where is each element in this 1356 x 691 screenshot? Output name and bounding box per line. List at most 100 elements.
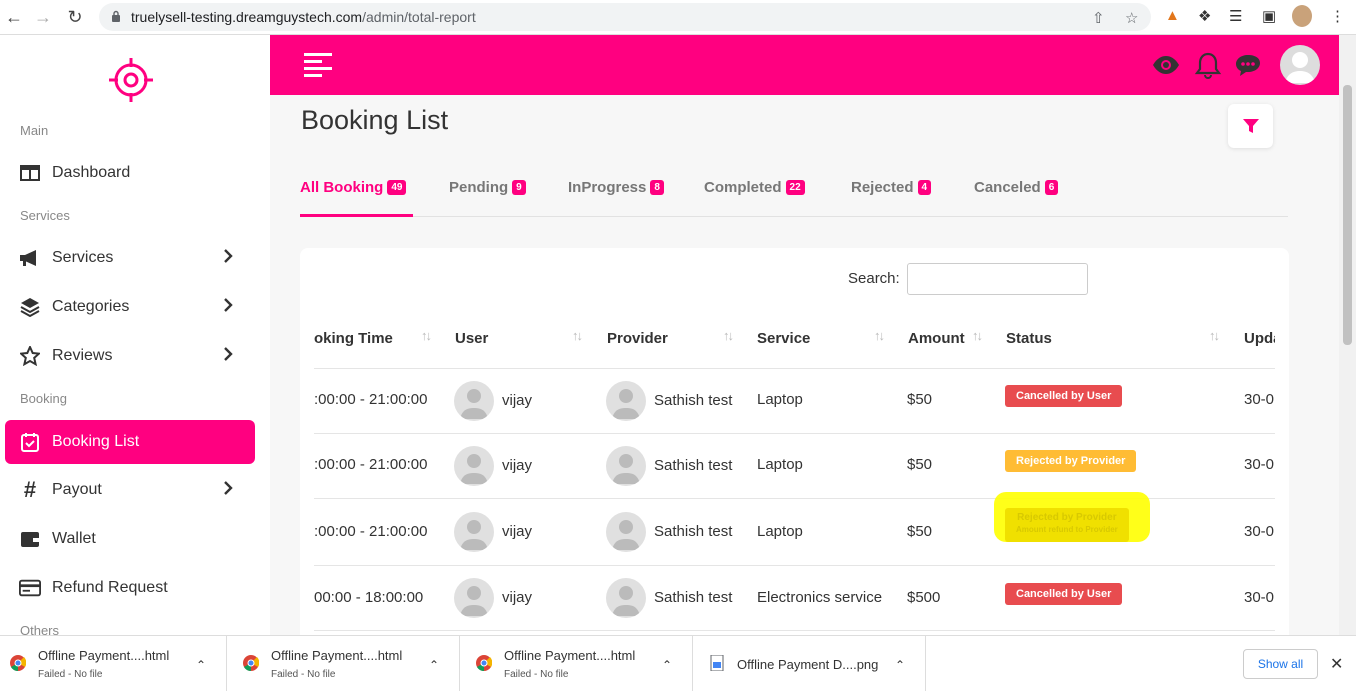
downloads-bar: Offline Payment....html Failed - No file…: [0, 635, 1356, 691]
sidebar-item-booking-list[interactable]: Booking List: [5, 420, 255, 464]
download-item[interactable]: Offline Payment....html Failed - No file…: [233, 636, 460, 691]
cell-booking-time: :00:00 - 21:00:00: [314, 391, 428, 408]
sidebar-item-services[interactable]: Services: [5, 236, 255, 280]
provider-avatar: [606, 512, 646, 552]
tab-rejected[interactable]: Rejected 4: [851, 179, 932, 196]
cell-user-name[interactable]: vijay: [502, 392, 532, 409]
sort-icon[interactable]: ↑↓: [874, 328, 885, 343]
tab-all-booking[interactable]: All Booking 49: [300, 179, 407, 196]
side-panel-icon[interactable]: ▣: [1262, 7, 1276, 25]
cell-provider-name[interactable]: Sathish test: [654, 523, 732, 540]
status-badge: Rejected by Provider Amount refund to Pr…: [1005, 508, 1129, 542]
provider-avatar: [606, 578, 646, 618]
sort-icon[interactable]: ↑↓: [572, 328, 583, 343]
sort-icon[interactable]: ↑↓: [972, 328, 983, 343]
row-divider: [314, 630, 1275, 631]
page-scrollbar[interactable]: [1339, 35, 1356, 635]
status-badge: Cancelled by User: [1005, 583, 1123, 605]
chat-icon[interactable]: [1234, 51, 1262, 79]
tab-count-badge: 9: [512, 180, 526, 195]
cell-provider-name[interactable]: Sathish test: [654, 589, 732, 606]
download-filename: Offline Payment....html: [271, 648, 403, 663]
sort-icon[interactable]: ↑↓: [723, 328, 734, 343]
chrome-icon: [10, 655, 26, 671]
menu-toggle-icon[interactable]: [304, 53, 332, 77]
extensions-puzzle-icon[interactable]: ❖: [1198, 7, 1211, 25]
kebab-menu-icon[interactable]: ⋮: [1330, 7, 1345, 25]
tab-pending[interactable]: Pending 9: [449, 179, 526, 196]
forward-icon[interactable]: →: [32, 6, 54, 28]
filter-button[interactable]: [1228, 104, 1273, 148]
tab-completed[interactable]: Completed 22: [704, 179, 805, 196]
metamask-extension-icon[interactable]: ▲: [1165, 7, 1180, 24]
target-logo-icon[interactable]: [108, 57, 154, 103]
cell-user-name[interactable]: vijay: [502, 589, 532, 606]
sort-icon[interactable]: ↑↓: [1209, 328, 1220, 343]
user-silhouette-icon: [460, 454, 488, 484]
download-item[interactable]: Offline Payment....html Failed - No file…: [0, 636, 227, 691]
back-icon[interactable]: ←: [3, 6, 25, 28]
sidebar-item-reviews[interactable]: Reviews: [5, 334, 255, 378]
status-badge-title: Rejected by Provider: [1017, 512, 1117, 523]
reload-icon[interactable]: ↻: [64, 6, 86, 28]
chevron-up-icon[interactable]: ⌃: [429, 658, 439, 672]
active-tab-underline: [300, 214, 413, 217]
user-avatar: [454, 578, 494, 618]
sidebar-item-categories[interactable]: Categories: [5, 285, 255, 329]
scrollbar-thumb[interactable]: [1343, 85, 1352, 345]
show-all-button[interactable]: Show all: [1243, 649, 1318, 679]
cell-updated: 30-0: [1244, 391, 1275, 408]
user-avatar[interactable]: [1280, 45, 1320, 85]
sidebar-item-refund-request[interactable]: Refund Request: [5, 566, 255, 610]
provider-avatar: [606, 446, 646, 486]
column-header-updated[interactable]: Upda: [1244, 330, 1275, 347]
booking-table[interactable]: oking Time ↑↓ User ↑↓ Provider ↑↓ Servic…: [314, 312, 1275, 635]
profile-avatar-icon[interactable]: [1292, 5, 1312, 27]
chevron-up-icon[interactable]: ⌃: [196, 658, 206, 672]
media-queue-icon[interactable]: ☰: [1229, 7, 1242, 25]
star-icon: [19, 345, 41, 367]
sidebar-item-label: Reviews: [52, 347, 113, 364]
column-header-service[interactable]: Service: [757, 330, 810, 347]
sort-icon[interactable]: ↑↓: [421, 328, 432, 343]
bell-icon[interactable]: [1194, 51, 1222, 79]
download-filename: Offline Payment....html: [504, 648, 636, 663]
chevron-right-icon: [224, 249, 233, 263]
chevron-up-icon[interactable]: ⌃: [895, 658, 905, 672]
user-silhouette-icon: [460, 586, 488, 616]
cell-service: Electronics service: [757, 589, 883, 606]
download-item[interactable]: Offline Payment....html Failed - No file…: [466, 636, 693, 691]
download-item[interactable]: Offline Payment D....png ⌃: [699, 636, 926, 691]
tab-inprogress[interactable]: InProgress 8: [568, 179, 664, 196]
column-header-provider[interactable]: Provider: [607, 330, 668, 347]
column-header-amount[interactable]: Amount: [908, 330, 965, 347]
tab-canceled[interactable]: Canceled 6: [974, 179, 1059, 196]
chrome-icon: [243, 655, 259, 671]
search-input[interactable]: [907, 263, 1088, 295]
eye-icon[interactable]: [1152, 51, 1180, 79]
user-avatar: [454, 512, 494, 552]
share-icon[interactable]: ⇧: [1092, 9, 1105, 27]
chevron-up-icon[interactable]: ⌃: [662, 658, 672, 672]
chevron-right-icon: [224, 347, 233, 361]
cell-user-name[interactable]: vijay: [502, 457, 532, 474]
column-header-user[interactable]: User: [455, 330, 488, 347]
sidebar-item-dashboard[interactable]: Dashboard: [5, 151, 255, 195]
page-title: Booking List: [301, 105, 449, 135]
chrome-icon: [476, 655, 492, 671]
cell-user-name[interactable]: vijay: [502, 523, 532, 540]
column-header-booking-time[interactable]: oking Time: [314, 330, 393, 347]
sidebar-item-wallet[interactable]: Wallet: [5, 517, 255, 561]
cell-provider-name[interactable]: Sathish test: [654, 392, 732, 409]
sidebar-item-payout[interactable]: # Payout: [5, 468, 255, 512]
column-header-status[interactable]: Status: [1006, 330, 1052, 347]
row-divider: [314, 433, 1275, 434]
address-bar[interactable]: truelysell-testing.dreamguystech.com/adm…: [99, 3, 1151, 31]
close-icon[interactable]: ✕: [1330, 654, 1343, 674]
cell-provider-name[interactable]: Sathish test: [654, 457, 732, 474]
download-filename: Offline Payment D....png: [737, 657, 879, 672]
bookmark-star-icon[interactable]: ☆: [1125, 9, 1138, 27]
sidebar-item-label: Services: [52, 249, 114, 266]
megaphone-icon: [19, 247, 41, 269]
cell-amount: $50: [907, 456, 933, 473]
